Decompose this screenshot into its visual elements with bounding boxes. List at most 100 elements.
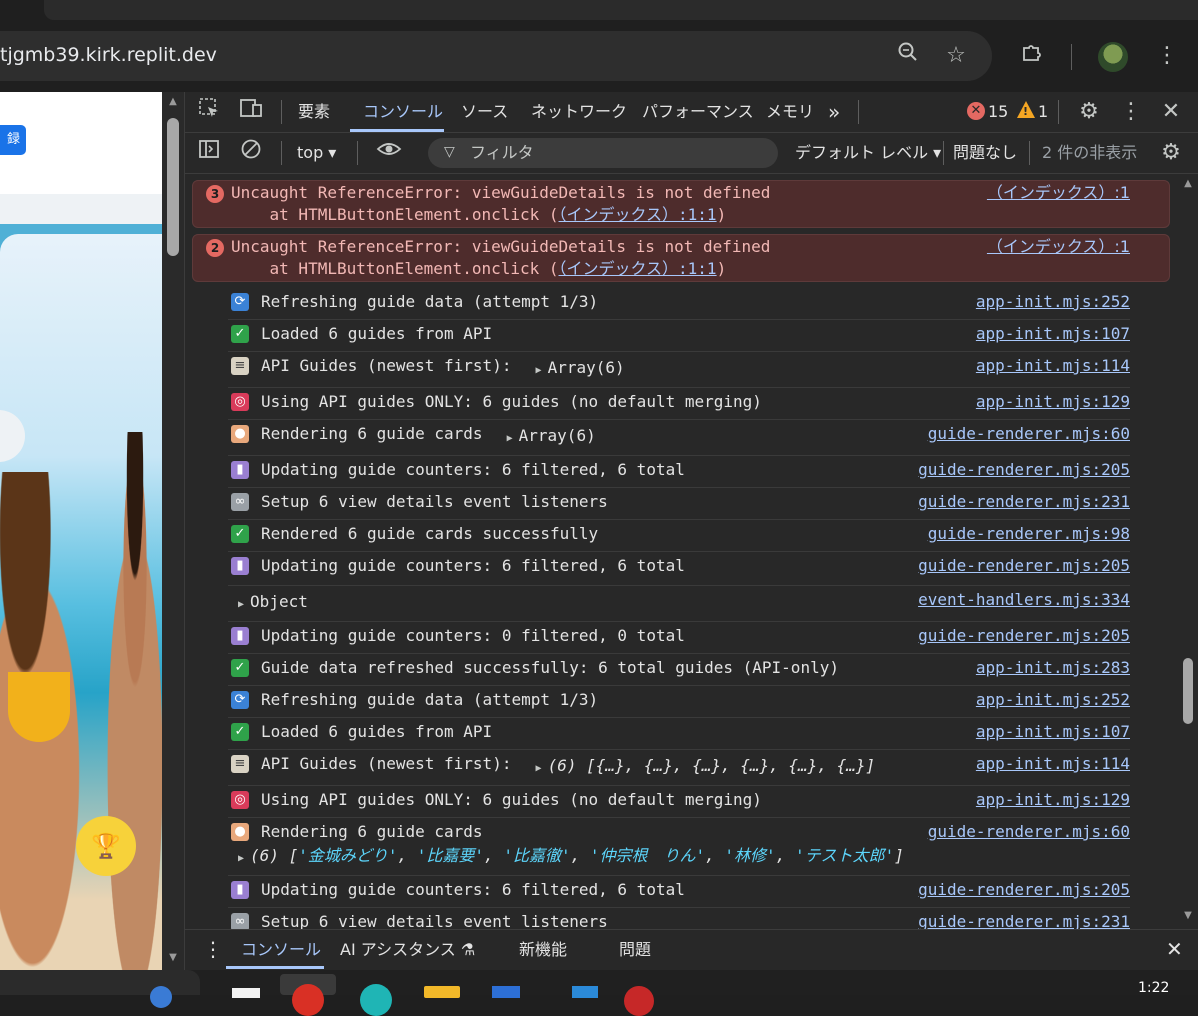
console-settings-gear-icon[interactable]: ⚙ [1156,138,1186,168]
close-drawer-icon[interactable]: ✕ [1166,929,1183,970]
source-link[interactable]: app-init.mjs:252 [860,690,1130,710]
tabbar-divider [281,100,282,124]
source-link[interactable]: guide-renderer.mjs:205 [860,556,1130,576]
source-link[interactable]: app-init.mjs:252 [860,292,1130,312]
tab-memory[interactable]: メモリ [766,92,814,132]
tab-performance[interactable]: パフォーマンス [642,92,754,132]
more-tabs-icon[interactable]: » [828,92,840,132]
console-message-text: Using API guides ONLY: 6 guides (no defa… [261,392,762,411]
page-scrollbar[interactable]: ▲ ▼ [162,92,185,970]
taskbar-app4-icon[interactable] [624,986,654,1016]
taskbar-chrome-icon[interactable] [292,984,324,1016]
avatar[interactable] [1098,42,1128,72]
drawer-active-indicator [226,966,324,969]
object-preview[interactable]: (6) [{…}, {…}, {…}, {…}, {…}, {…}] [548,756,876,775]
expand-triangle-icon[interactable]: ▶ [536,365,548,376]
taskbar-vscode-icon[interactable] [492,986,520,998]
taskbar-app2-icon[interactable] [360,984,392,1016]
error-stack-link[interactable]: （インデックス）:1:1 [559,259,717,278]
device-toolbar-icon[interactable] [236,97,266,128]
source-link[interactable]: guide-renderer.mjs:205 [860,460,1130,480]
source-link[interactable]: guide-renderer.mjs:98 [860,524,1130,544]
sidebar-toggle-icon[interactable] [194,138,224,169]
kebab-menu-icon[interactable]: ⋮ [1152,41,1182,71]
drawer-tab-console[interactable]: コンソール [241,929,321,970]
clear-console-icon[interactable] [236,138,266,169]
puzzle-icon[interactable] [1017,41,1047,72]
taskbar-globe-icon[interactable] [150,986,172,1008]
gear-icon[interactable]: ⚙ [1074,97,1104,127]
array-item-string: '林修' [724,846,776,865]
issues-counter[interactable]: 問題なし [953,133,1017,173]
zoom-icon[interactable] [893,41,923,72]
taskbar-app3-icon[interactable] [572,986,598,998]
tab-elements[interactable]: 要素 [298,92,330,132]
taskbar-folder-icon[interactable] [424,986,460,998]
filterbar-divider-2 [357,141,358,165]
array-preview[interactable]: ▶ (6) ['金城みどり', '比嘉要', '比嘉徹', '仲宗根 りん', … [238,846,904,869]
source-link[interactable]: guide-renderer.mjs:231 [860,492,1130,512]
object-preview[interactable]: Array(6) [548,358,625,377]
error-source-link[interactable]: （インデックス）:1 [940,237,1130,257]
console-scroll-up-icon[interactable]: ▲ [1178,178,1198,189]
log-level-selector[interactable]: デフォルト レベル ▾ [795,133,941,173]
expandable-value[interactable]: ▶ Array(6) [536,358,625,381]
page-scrollbar-thumb[interactable] [167,118,179,256]
error-count-icon[interactable]: ✕ [967,102,985,120]
object-preview[interactable]: Object [250,592,308,611]
source-link[interactable]: guide-renderer.mjs:205 [860,880,1130,900]
register-button[interactable]: 録 [0,125,26,155]
tab-sources[interactable]: ソース [461,92,508,132]
tab-network[interactable]: ネットワーク [531,92,627,132]
warning-count[interactable]: 1 [1038,92,1048,132]
source-link[interactable]: app-init.mjs:107 [860,324,1130,344]
filterbar-divider [281,141,282,165]
trophy-icon[interactable]: 🏆 [76,816,136,876]
taskbar-app-icon[interactable] [232,988,260,998]
expandable-value[interactable]: ▶ Object [238,592,308,615]
expand-triangle-icon[interactable]: ▶ [507,433,519,444]
error-repeat-badge: 3 [206,185,224,203]
error-stack-link[interactable]: （インデックス）:1:1 [559,205,717,224]
object-preview[interactable]: Array(6) [519,426,596,445]
source-link[interactable]: app-init.mjs:129 [860,392,1130,412]
expand-triangle-icon[interactable]: ▶ [238,853,250,864]
drawer-tab-whats-new[interactable]: 新機能 [519,929,567,970]
expandable-value[interactable]: ▶ (6) [{…}, {…}, {…}, {…}, {…}, {…}] [536,756,876,779]
source-link[interactable]: app-init.mjs:107 [860,722,1130,742]
drawer-tab-ai-assistance[interactable]: AI アシスタンス ⚗ [340,929,475,970]
palette-icon: ● [231,425,249,443]
source-link[interactable]: guide-renderer.mjs:205 [860,626,1130,646]
inspect-element-icon[interactable] [194,97,224,127]
scroll-up-arrow-icon[interactable]: ▲ [162,96,184,107]
console-message-text: Setup 6 view details event listeners [261,492,608,511]
source-link[interactable]: app-init.mjs:129 [860,790,1130,810]
close-devtools-icon[interactable]: ✕ [1156,97,1186,127]
context-selector[interactable]: top ▾ [297,133,336,173]
console-scrollbar-thumb[interactable] [1183,658,1193,724]
source-link[interactable]: app-init.mjs:114 [860,356,1130,376]
devtools-menu-icon[interactable]: ⋮ [1116,97,1146,127]
taskbar-clock[interactable]: 1:22 [1138,980,1169,996]
source-link[interactable]: app-init.mjs:283 [860,658,1130,678]
error-source-link[interactable]: （インデックス）:1 [940,183,1130,203]
source-link[interactable]: event-handlers.mjs:334 [860,590,1130,610]
address-url[interactable]: tjgmb39.kirk.replit.dev [0,44,217,66]
error-count[interactable]: 15 [988,92,1008,132]
palette-icon: ● [231,823,249,841]
source-link[interactable]: guide-renderer.mjs:60 [860,822,1130,842]
expand-triangle-icon[interactable]: ▶ [536,763,548,774]
console-scrollbar[interactable]: ▲ ▼ [1178,174,1198,926]
drawer-menu-icon[interactable]: ⋮ [203,929,223,970]
source-link[interactable]: app-init.mjs:114 [860,754,1130,774]
console-scroll-down-icon[interactable]: ▼ [1178,910,1198,921]
drawer-tab-issues[interactable]: 問題 [619,929,651,970]
expand-triangle-icon[interactable]: ▶ [238,599,250,610]
source-link[interactable]: guide-renderer.mjs:60 [860,424,1130,444]
star-icon[interactable]: ☆ [941,41,971,71]
scroll-down-arrow-icon[interactable]: ▼ [162,952,184,963]
tab-console[interactable]: コンソール [363,92,443,132]
live-expression-eye-icon[interactable] [374,138,404,169]
expandable-value[interactable]: ▶ Array(6) [507,426,596,449]
check-icon: ✓ [231,723,249,741]
